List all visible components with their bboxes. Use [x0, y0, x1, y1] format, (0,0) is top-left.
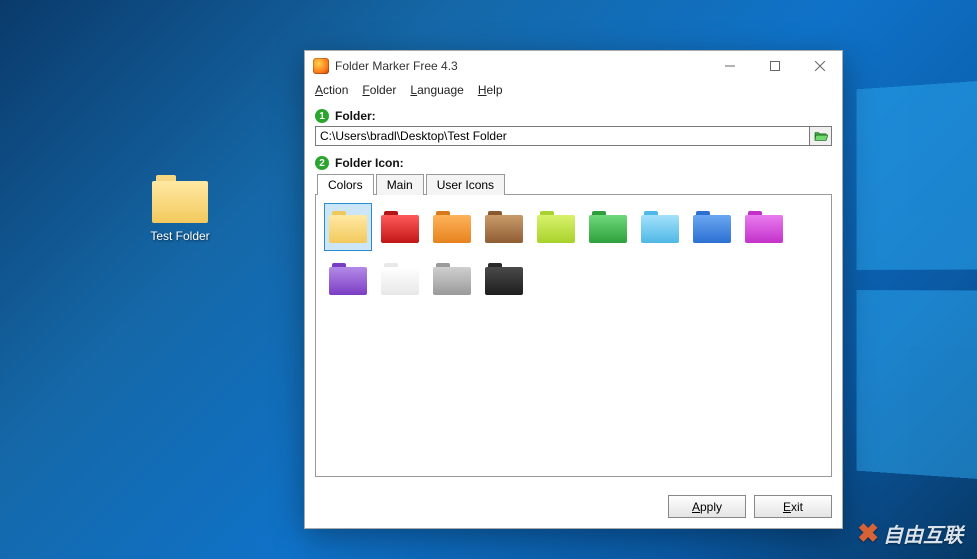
- minimize-button[interactable]: [707, 51, 752, 81]
- menu-action[interactable]: Action: [315, 83, 348, 97]
- color-option-lime[interactable]: [532, 203, 580, 251]
- color-option-brown[interactable]: [480, 203, 528, 251]
- folder-icon: [152, 175, 208, 223]
- color-option-magenta[interactable]: [740, 203, 788, 251]
- color-option-black[interactable]: [480, 255, 528, 303]
- menu-folder[interactable]: Folder: [362, 83, 396, 97]
- color-option-yellow[interactable]: [324, 203, 372, 251]
- folder-icon: [745, 211, 783, 243]
- folder-path-input[interactable]: [315, 126, 810, 146]
- window-title: Folder Marker Free 4.3: [335, 59, 707, 73]
- open-folder-icon: [814, 130, 828, 142]
- watermark-x-icon: ✖: [857, 518, 879, 549]
- folder-icon: [329, 211, 367, 243]
- watermark: ✖ 自由互联: [857, 518, 963, 549]
- icon-panel: [315, 194, 832, 477]
- menu-help[interactable]: Help: [478, 83, 503, 97]
- button-row: Apply Exit: [305, 487, 842, 528]
- close-button[interactable]: [797, 51, 842, 81]
- color-option-purple[interactable]: [324, 255, 372, 303]
- folder-icon: [485, 211, 523, 243]
- folder-icon: [433, 211, 471, 243]
- tab-colors[interactable]: Colors: [317, 174, 374, 195]
- folder-icon: [381, 263, 419, 295]
- color-icon-grid: [324, 203, 823, 303]
- step-2-badge: 2: [315, 156, 329, 170]
- app-icon: [313, 58, 329, 74]
- section-folder-label: 1 Folder:: [315, 109, 832, 123]
- color-option-green[interactable]: [584, 203, 632, 251]
- step-1-badge: 1: [315, 109, 329, 123]
- menu-bar: Action Folder Language Help: [305, 81, 842, 101]
- titlebar[interactable]: Folder Marker Free 4.3: [305, 51, 842, 81]
- folder-icon: [433, 263, 471, 295]
- folder-icon: [589, 211, 627, 243]
- menu-language[interactable]: Language: [410, 83, 463, 97]
- folder-icon: [381, 211, 419, 243]
- app-window: Folder Marker Free 4.3 Action Folder Lan…: [304, 50, 843, 529]
- desktop-wallpaper: Test Folder ✖ 自由互联 Folder Marker Free 4.…: [0, 0, 977, 559]
- tab-user-icons[interactable]: User Icons: [426, 174, 505, 195]
- folder-icon: [641, 211, 679, 243]
- folder-icon: [485, 263, 523, 295]
- exit-button[interactable]: Exit: [754, 495, 832, 518]
- color-option-red[interactable]: [376, 203, 424, 251]
- desktop-folder-icon[interactable]: Test Folder: [135, 175, 225, 243]
- color-option-lightblue[interactable]: [636, 203, 684, 251]
- section-icon-label: 2 Folder Icon:: [315, 156, 832, 170]
- tab-strip: Colors Main User Icons: [317, 174, 832, 195]
- browse-folder-button[interactable]: [810, 126, 832, 146]
- folder-icon: [329, 263, 367, 295]
- maximize-button[interactable]: [752, 51, 797, 81]
- color-option-blue[interactable]: [688, 203, 736, 251]
- tab-main[interactable]: Main: [376, 174, 424, 195]
- color-option-gray[interactable]: [428, 255, 476, 303]
- color-option-white[interactable]: [376, 255, 424, 303]
- apply-button[interactable]: Apply: [668, 495, 746, 518]
- folder-icon: [693, 211, 731, 243]
- color-option-orange[interactable]: [428, 203, 476, 251]
- desktop-icon-label: Test Folder: [135, 229, 225, 243]
- folder-icon: [537, 211, 575, 243]
